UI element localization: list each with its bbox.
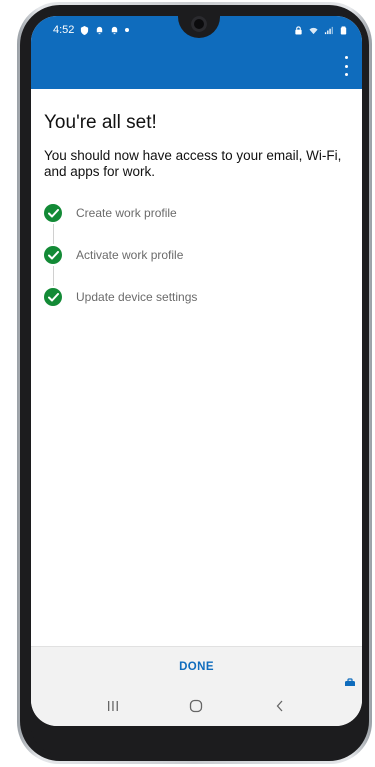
status-left: 4:52 xyxy=(53,24,130,36)
notification-dot xyxy=(125,28,130,32)
step-label: Create work profile xyxy=(76,206,177,220)
recents-icon[interactable] xyxy=(98,694,128,718)
bell-icon xyxy=(112,26,118,34)
setup-complete-content: You're all set! You should now have acce… xyxy=(44,112,354,180)
status-right xyxy=(294,25,348,35)
page-subtitle: You should now have access to your email… xyxy=(44,148,342,179)
done-button[interactable]: DONE xyxy=(179,661,214,673)
step-label: Update device settings xyxy=(76,290,198,304)
step-label: Activate work profile xyxy=(76,248,184,262)
bell-icon xyxy=(97,26,103,34)
step-item-update-device-settings: Update device settings xyxy=(44,288,344,330)
status-time: 4:52 xyxy=(53,24,75,36)
signal-icon xyxy=(324,26,333,34)
phone-chin xyxy=(31,726,362,754)
step-item-activate-work-profile: Activate work profile xyxy=(44,246,344,288)
check-circle-icon xyxy=(44,288,62,306)
check-circle-icon xyxy=(44,246,62,264)
step-connector xyxy=(52,224,54,244)
camera-icon xyxy=(191,16,207,32)
step-connector xyxy=(52,266,54,286)
check-circle-icon xyxy=(44,204,62,222)
device-screen: 4:52 You're all set! You should now have… xyxy=(31,16,362,726)
system-nav-bar xyxy=(31,686,362,726)
more-vert-icon[interactable] xyxy=(340,56,352,76)
wifi-icon xyxy=(309,27,318,34)
page-title: You're all set! xyxy=(44,112,157,133)
battery-icon xyxy=(340,25,347,35)
home-icon[interactable] xyxy=(181,694,211,718)
step-item-create-work-profile: Create work profile xyxy=(44,204,344,246)
back-icon[interactable] xyxy=(265,694,295,718)
lock-icon xyxy=(295,25,302,35)
app-bar xyxy=(31,44,362,89)
steps-list: Create work profile Activate work profil… xyxy=(44,204,344,330)
shield-icon xyxy=(81,25,89,35)
bottom-action-bar: DONE xyxy=(31,646,362,686)
